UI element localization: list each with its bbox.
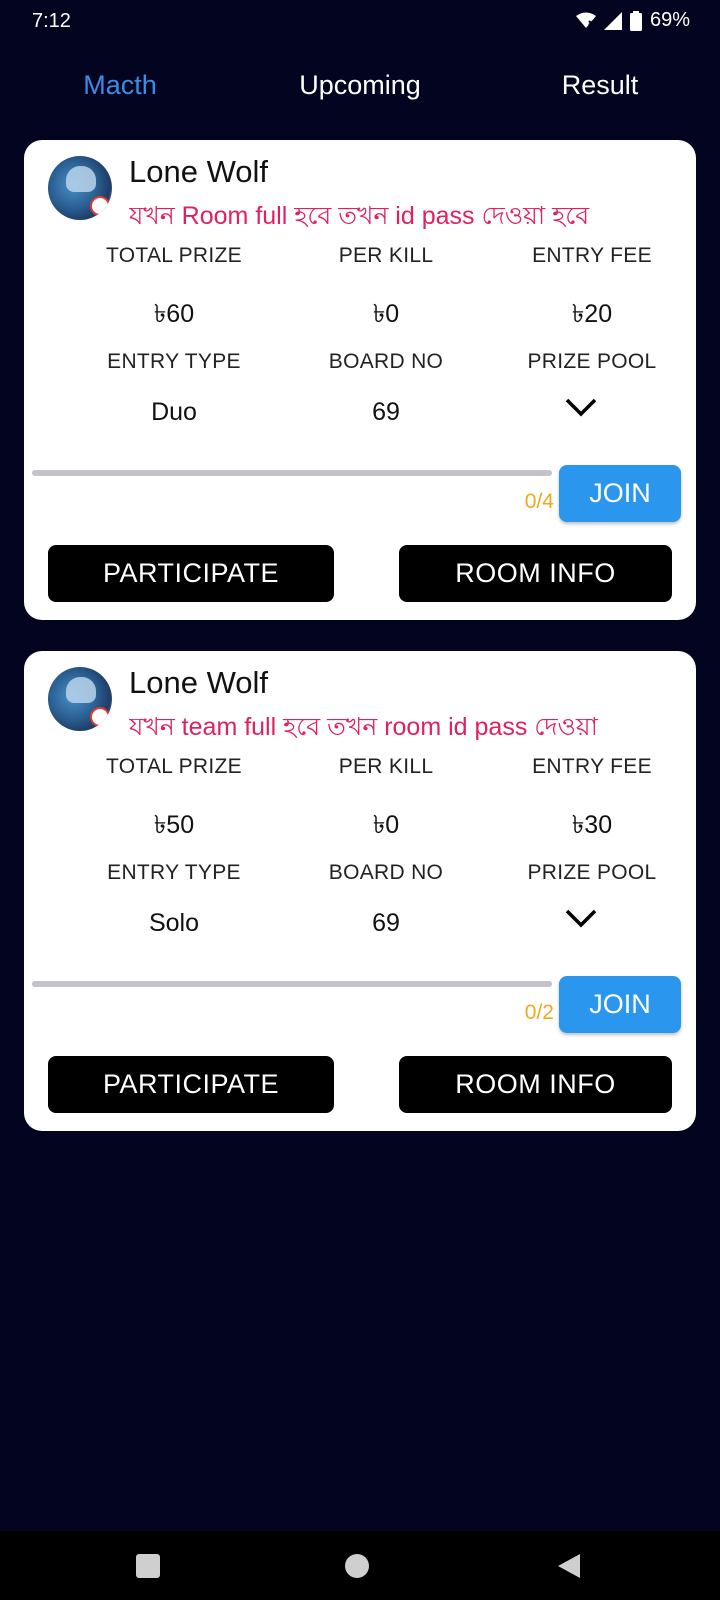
entry-fee-label: ENTRY FEE xyxy=(532,244,652,267)
status-time: 7:12 xyxy=(32,10,71,32)
total-prize-label: TOTAL PRIZE xyxy=(106,244,242,267)
avatar xyxy=(48,667,112,731)
per-kill-value: ৳0 xyxy=(372,300,400,328)
join-button[interactable]: JOIN xyxy=(559,465,681,522)
entry-type-value: Duo xyxy=(151,398,197,426)
wifi-icon xyxy=(575,12,596,30)
participate-button[interactable]: PARTICIPATE xyxy=(48,1056,334,1113)
match-card: Lone Wolf যখন team full হবে তখন room id … xyxy=(24,651,696,1131)
prize-pool-label: PRIZE POOL xyxy=(527,350,657,373)
board-no-value: 69 xyxy=(372,909,400,937)
join-button[interactable]: JOIN xyxy=(559,976,681,1033)
match-title: Lone Wolf xyxy=(129,154,269,189)
total-prize-value: ৳60 xyxy=(153,300,195,328)
total-prize-label: TOTAL PRIZE xyxy=(106,755,242,778)
total-prize-value: ৳50 xyxy=(153,811,195,839)
entry-type-label: ENTRY TYPE xyxy=(107,861,241,884)
recents-icon[interactable] xyxy=(111,1531,191,1600)
entry-type-label: ENTRY TYPE xyxy=(107,350,241,373)
entry-fee-value: ৳20 xyxy=(571,300,613,328)
home-icon[interactable] xyxy=(320,1531,400,1600)
tab-upcoming[interactable]: Upcoming xyxy=(260,70,460,101)
tab-bar: Macth Upcoming Result xyxy=(0,62,720,112)
signal-icon xyxy=(603,11,622,30)
room-info-button[interactable]: ROOM INFO xyxy=(399,545,672,602)
chevron-down-icon[interactable] xyxy=(564,396,598,418)
tab-match[interactable]: Macth xyxy=(60,70,180,101)
status-bar: 7:12 69% xyxy=(0,0,720,46)
board-no-label: BOARD NO xyxy=(328,861,444,884)
slots-count: 0/4 xyxy=(524,490,554,513)
match-title: Lone Wolf xyxy=(129,665,269,700)
prize-pool-label: PRIZE POOL xyxy=(527,861,657,884)
battery-percent: 69% xyxy=(649,9,690,31)
per-kill-value: ৳0 xyxy=(372,811,400,839)
board-no-label: BOARD NO xyxy=(328,350,444,373)
slots-progress-bar xyxy=(32,470,552,476)
chevron-down-icon[interactable] xyxy=(564,907,598,929)
match-card: Lone Wolf যখন Room full হবে তখন id pass … xyxy=(24,140,696,620)
match-notice: যখন team full হবে তখন room id pass দেওয়… xyxy=(129,713,598,741)
back-icon[interactable] xyxy=(532,1531,612,1600)
avatar xyxy=(48,156,112,220)
entry-fee-value: ৳30 xyxy=(571,811,613,839)
slots-progress-bar xyxy=(32,981,552,987)
board-no-value: 69 xyxy=(372,398,400,426)
match-notice: যখন Room full হবে তখন id pass দেওয়া হবে xyxy=(129,202,590,230)
per-kill-label: PER KILL xyxy=(338,755,434,778)
tab-result[interactable]: Result xyxy=(540,70,660,101)
per-kill-label: PER KILL xyxy=(338,244,434,267)
system-nav-bar xyxy=(0,1531,720,1600)
slots-count: 0/2 xyxy=(524,1001,554,1024)
entry-type-value: Solo xyxy=(148,909,200,937)
participate-button[interactable]: PARTICIPATE xyxy=(48,545,334,602)
entry-fee-label: ENTRY FEE xyxy=(532,755,652,778)
battery-icon xyxy=(629,10,642,31)
room-info-button[interactable]: ROOM INFO xyxy=(399,1056,672,1113)
